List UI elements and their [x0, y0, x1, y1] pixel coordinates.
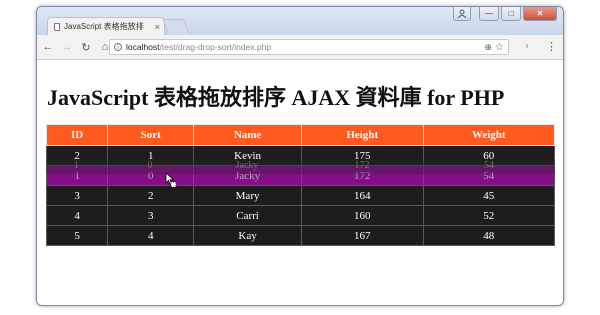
- url-path: /test/drag-drop-sort/index.php: [159, 42, 272, 52]
- extension-icon[interactable]: ◐: [525, 41, 535, 53]
- browser-tab[interactable]: JavaScript 表格拖放排序 ×: [47, 17, 165, 35]
- cell-height: 164: [300, 185, 424, 206]
- drag-ghost-row: 1 0 Jacky 172 54: [46, 160, 555, 174]
- forward-arrow-icon[interactable]: →: [59, 41, 75, 53]
- bookmark-star-icon[interactable]: ☆: [495, 42, 504, 53]
- title-bar: JavaScript 表格拖放排序 × — □ ✕: [37, 7, 563, 36]
- address-bar[interactable]: i localhost /test/drag-drop-sort/index.p…: [109, 39, 509, 55]
- browser-window: JavaScript 表格拖放排序 × — □ ✕ ← → ↻ ⌂ i loca…: [36, 6, 564, 306]
- cell-name: Carri: [193, 205, 302, 226]
- tab-close-icon[interactable]: ×: [155, 22, 160, 32]
- table-row[interactable]: 5 4 Kay 167 48: [45, 225, 556, 246]
- page-icon: [54, 22, 60, 31]
- back-arrow-icon[interactable]: ←: [40, 41, 56, 53]
- cell-height: 160: [300, 205, 424, 226]
- url-host: localhost: [126, 42, 160, 52]
- cell-sort: 2: [107, 185, 195, 206]
- browser-toolbar: ← → ↻ ⌂ i localhost /test/drag-drop-sort…: [37, 35, 563, 60]
- cell-weight: 45: [422, 185, 556, 206]
- reload-icon[interactable]: ↻: [78, 41, 94, 54]
- cell-name: Mary: [193, 185, 302, 206]
- drag-cursor-icon: [165, 172, 177, 188]
- page-content: JavaScript 表格拖放排序 AJAX 資料庫 for PHP ID So…: [37, 60, 563, 305]
- page-title: JavaScript 表格拖放排序 AJAX 資料庫 for PHP: [47, 85, 505, 110]
- minimize-button[interactable]: —: [479, 7, 499, 21]
- cell-id: 3: [45, 185, 109, 206]
- tab-title: JavaScript 表格拖放排序: [64, 22, 144, 31]
- cell-id: 4: [45, 205, 109, 226]
- cell-id: 5: [45, 225, 109, 246]
- user-profile-icon[interactable]: [453, 7, 471, 21]
- cell-weight: 48: [422, 225, 556, 246]
- header-id: ID: [45, 124, 109, 146]
- cell-height: 167: [300, 225, 424, 246]
- cell-weight: 52: [422, 205, 556, 226]
- cell-sort: 4: [107, 225, 195, 246]
- close-window-button[interactable]: ✕: [523, 7, 557, 21]
- header-height: Height: [300, 124, 424, 146]
- maximize-button[interactable]: □: [501, 7, 521, 21]
- ghost-cell-height: 172: [354, 160, 370, 171]
- header-sort: Sort: [107, 124, 195, 146]
- header-weight: Weight: [422, 124, 556, 146]
- info-icon[interactable]: i: [114, 43, 122, 51]
- sortable-table: ID Sort Name Height Weight 2 1 Kevin 175…: [45, 124, 556, 246]
- window-controls: — □ ✕: [453, 7, 557, 21]
- menu-icon[interactable]: ⋮: [546, 41, 557, 53]
- ghost-cell-weight: 54: [484, 160, 494, 171]
- cell-name: Kay: [193, 225, 302, 246]
- new-tab-button[interactable]: [162, 19, 190, 34]
- zoom-icon[interactable]: ⊕: [484, 42, 492, 53]
- table-row[interactable]: 4 3 Carri 160 52: [45, 205, 556, 226]
- table-header-row: ID Sort Name Height Weight: [45, 124, 556, 146]
- ghost-cell-name: Jacky: [235, 160, 259, 171]
- header-name: Name: [193, 124, 302, 146]
- ghost-cell-id: 1: [74, 160, 79, 171]
- cell-sort: 3: [107, 205, 195, 226]
- ghost-cell-sort: 0: [147, 160, 153, 171]
- table-row[interactable]: 3 2 Mary 164 45: [45, 185, 556, 206]
